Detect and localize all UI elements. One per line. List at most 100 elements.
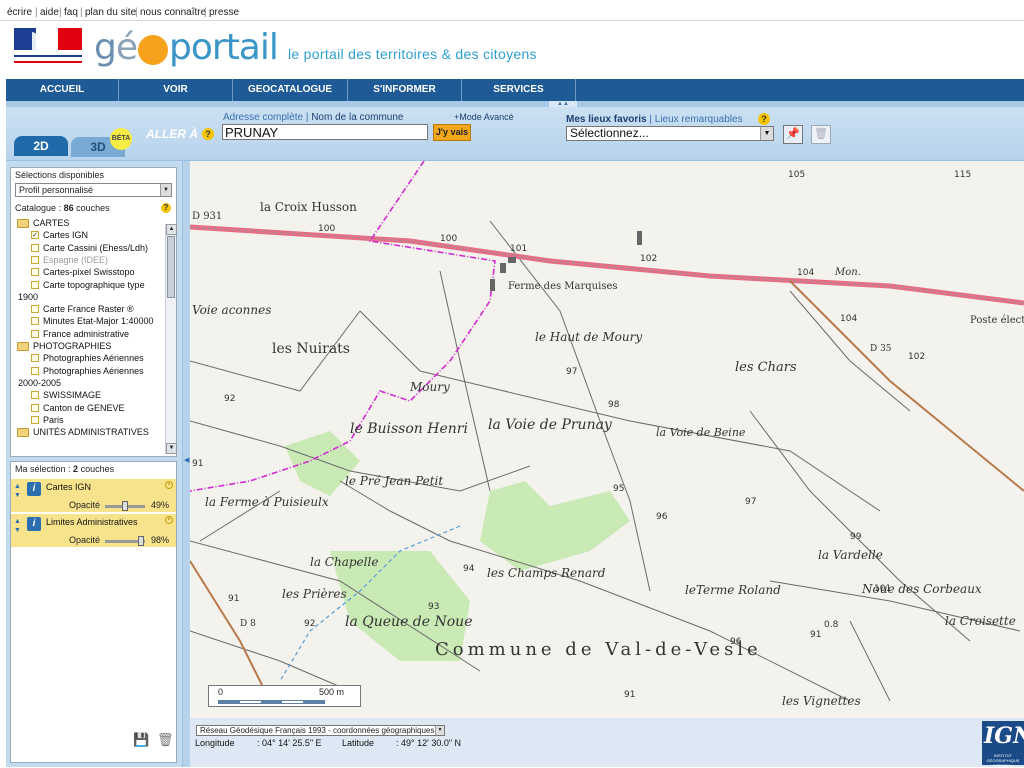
help-icon[interactable]: ? — [758, 113, 770, 125]
tab-2d[interactable]: 2D — [14, 136, 68, 156]
tree-item-label[interactable]: Cartes-pixel Swisstopo — [43, 267, 135, 278]
tree-item-label[interactable]: Cartes IGN — [43, 230, 88, 241]
help-icon[interactable]: ? — [202, 128, 214, 140]
tree-scrollbar[interactable]: ▲ ▼ — [165, 224, 177, 454]
map-view[interactable]: la Croix Husson Ferme des Marquises le H… — [190, 161, 1024, 718]
tree-item-label[interactable]: Paris — [43, 415, 64, 426]
tree-item-label[interactable]: 1900 — [18, 292, 38, 303]
nav-geocatalogue[interactable]: GEOCATALOGUE — [233, 79, 348, 101]
tree-item-label[interactable]: Minutes Etat-Major 1:40000 — [43, 316, 154, 327]
crs-select[interactable]: Réseau Géodésique Français 1993 - coordo… — [196, 725, 445, 736]
tree-item-label[interactable]: Espagne (IDEE) — [43, 255, 108, 266]
close-icon[interactable]: × — [165, 516, 173, 524]
link-ecrire[interactable]: écrire — [7, 7, 32, 18]
pin-icon[interactable]: 📌 — [783, 125, 803, 144]
folder-icon[interactable] — [17, 342, 29, 351]
nav-voir[interactable]: VOIR — [119, 79, 233, 101]
layer-checkbox[interactable] — [31, 280, 39, 289]
layer-checkbox[interactable] — [31, 243, 39, 252]
tree-item-label[interactable]: Photographies Aériennes — [43, 353, 144, 364]
layer-item[interactable]: ▲ ▼ i Cartes IGN × Opacité 49% — [11, 479, 176, 513]
tree-item-label[interactable]: 2000-2005 — [18, 378, 61, 389]
chevron-down-icon: ▼ — [435, 726, 444, 735]
tree-item-label[interactable]: France administrative — [43, 329, 129, 340]
trash-icon[interactable]: 🗑 — [157, 732, 174, 748]
layer-checkbox[interactable] — [31, 354, 39, 363]
nav-services[interactable]: SERVICES — [462, 79, 576, 101]
profile-value: Profil personnalisé — [19, 185, 94, 195]
tree-item-label[interactable]: Carte topographique type — [43, 280, 145, 291]
save-icon[interactable]: 💾 — [133, 732, 149, 748]
republique-francaise-logo[interactable] — [14, 28, 82, 70]
move-arrows-icon[interactable]: ▲ ▼ — [14, 482, 21, 500]
tree-folder-label[interactable]: UNITÉS ADMINISTRATIVES — [33, 427, 149, 438]
map-canvas[interactable]: la Croix Husson Ferme des Marquises le H… — [190, 161, 1024, 718]
ign-logo[interactable]: IGN INSTITUT GÉOGRAPHIQUE NATIONAL — [982, 721, 1024, 768]
layer-tree: CARTES ✓ Cartes IGN Carte Cassini (Ehess/Ld… — [15, 218, 163, 454]
folder-icon[interactable] — [17, 428, 29, 438]
map-label: les Nuirats — [272, 341, 350, 357]
tree-item-label[interactable]: Photographies Aériennes — [43, 366, 144, 377]
layer-checkbox[interactable] — [31, 305, 39, 314]
opacity-slider[interactable] — [105, 501, 145, 511]
layers-sidebar: Sélections disponibles Profil personnali… — [6, 161, 182, 767]
addr-label-link[interactable]: Adresse complète — [223, 112, 303, 123]
favorites-select[interactable]: Sélectionnez... ▼ — [566, 126, 774, 141]
layer-checkbox[interactable] — [31, 415, 39, 424]
elevation: 0.8 — [824, 620, 839, 630]
elevation: 91 — [192, 459, 203, 469]
link-faq[interactable]: faq — [64, 7, 78, 18]
close-icon[interactable]: × — [165, 481, 173, 489]
layer-checkbox[interactable] — [31, 403, 39, 412]
layer-checkbox[interactable] — [31, 268, 39, 277]
scroll-thumb[interactable] — [167, 236, 175, 298]
info-icon[interactable]: i — [27, 482, 41, 496]
layer-item[interactable]: ▲ ▼ i Limites Administratives × Opacité 9… — [11, 514, 176, 548]
layer-checkbox[interactable] — [31, 366, 39, 375]
sidebar-toggle-strip[interactable]: ◀ — [182, 161, 190, 767]
layer-checkbox[interactable] — [31, 329, 39, 338]
tree-item-label[interactable]: SWISSIMAGE — [43, 390, 101, 401]
go-button[interactable]: J'y vais — [433, 124, 471, 141]
nav-accueil[interactable]: ACCUEIL — [6, 79, 119, 101]
tree-folder-label[interactable]: CARTES — [33, 218, 69, 229]
search-input[interactable]: PRUNAY — [222, 124, 428, 140]
tree-folder-label[interactable]: PHOTOGRAPHIES — [33, 341, 111, 352]
layer-checkbox[interactable] — [31, 317, 39, 326]
nav-sinformer[interactable]: S'INFORMER — [348, 79, 462, 101]
profile-select[interactable]: Profil personnalisé ▼ — [15, 183, 172, 197]
link-presse[interactable]: presse — [209, 7, 239, 18]
folder-icon[interactable] — [17, 219, 29, 228]
scroll-down-icon[interactable]: ▼ — [166, 443, 177, 454]
my-selection-header: Ma sélection : 2 couches — [15, 464, 114, 474]
favorites-label: Mes lieux favoris | Lieux remarquables — [566, 114, 743, 125]
search-toolbar: 2D 3D BÉTA ALLER À ? Adresse complète | … — [6, 107, 1024, 161]
link-plan-du-site[interactable]: plan du site — [85, 7, 136, 18]
fav-link[interactable]: Mes lieux favoris — [566, 114, 647, 125]
trash-icon[interactable]: 🗑 — [811, 125, 831, 144]
help-icon[interactable]: ? — [161, 203, 171, 213]
tree-item-label[interactable]: Canton de GENEVE — [43, 403, 125, 414]
collapse-left-icon[interactable]: ◀ — [184, 456, 189, 464]
geoportail-logo[interactable]: gé portail — [94, 27, 279, 71]
layer-checkbox[interactable] — [31, 391, 39, 400]
opacity-knob[interactable] — [138, 536, 145, 546]
layer-checkbox[interactable]: ✓ — [31, 231, 39, 240]
main-nav: ACCUEIL VOIR GEOCATALOGUE S'INFORMER SER… — [6, 79, 1024, 101]
opacity-knob[interactable] — [121, 501, 128, 511]
elevation: 96 — [730, 637, 742, 647]
link-aide[interactable]: aide — [40, 7, 59, 18]
mode-avance-link[interactable]: +Mode Avancé — [454, 112, 514, 122]
info-icon[interactable]: i — [27, 517, 41, 531]
move-arrows-icon[interactable]: ▲ ▼ — [14, 517, 21, 535]
link-nous-connaitre[interactable]: nous connaître — [140, 7, 206, 18]
scroll-up-icon[interactable]: ▲ — [166, 224, 177, 235]
commune-label-link[interactable]: Nom de la commune — [311, 112, 403, 123]
opacity-slider[interactable] — [105, 536, 145, 546]
tree-item-label[interactable]: Carte Cassini (Ehess/Ldh) — [43, 243, 148, 254]
layer-checkbox[interactable] — [31, 255, 39, 264]
map-label: la Vardelle — [818, 548, 883, 562]
tree-item-label[interactable]: Carte France Raster ® — [43, 304, 134, 315]
remarkable-link[interactable]: Lieux remarquables — [655, 114, 743, 125]
elevation: 91 — [810, 630, 821, 640]
